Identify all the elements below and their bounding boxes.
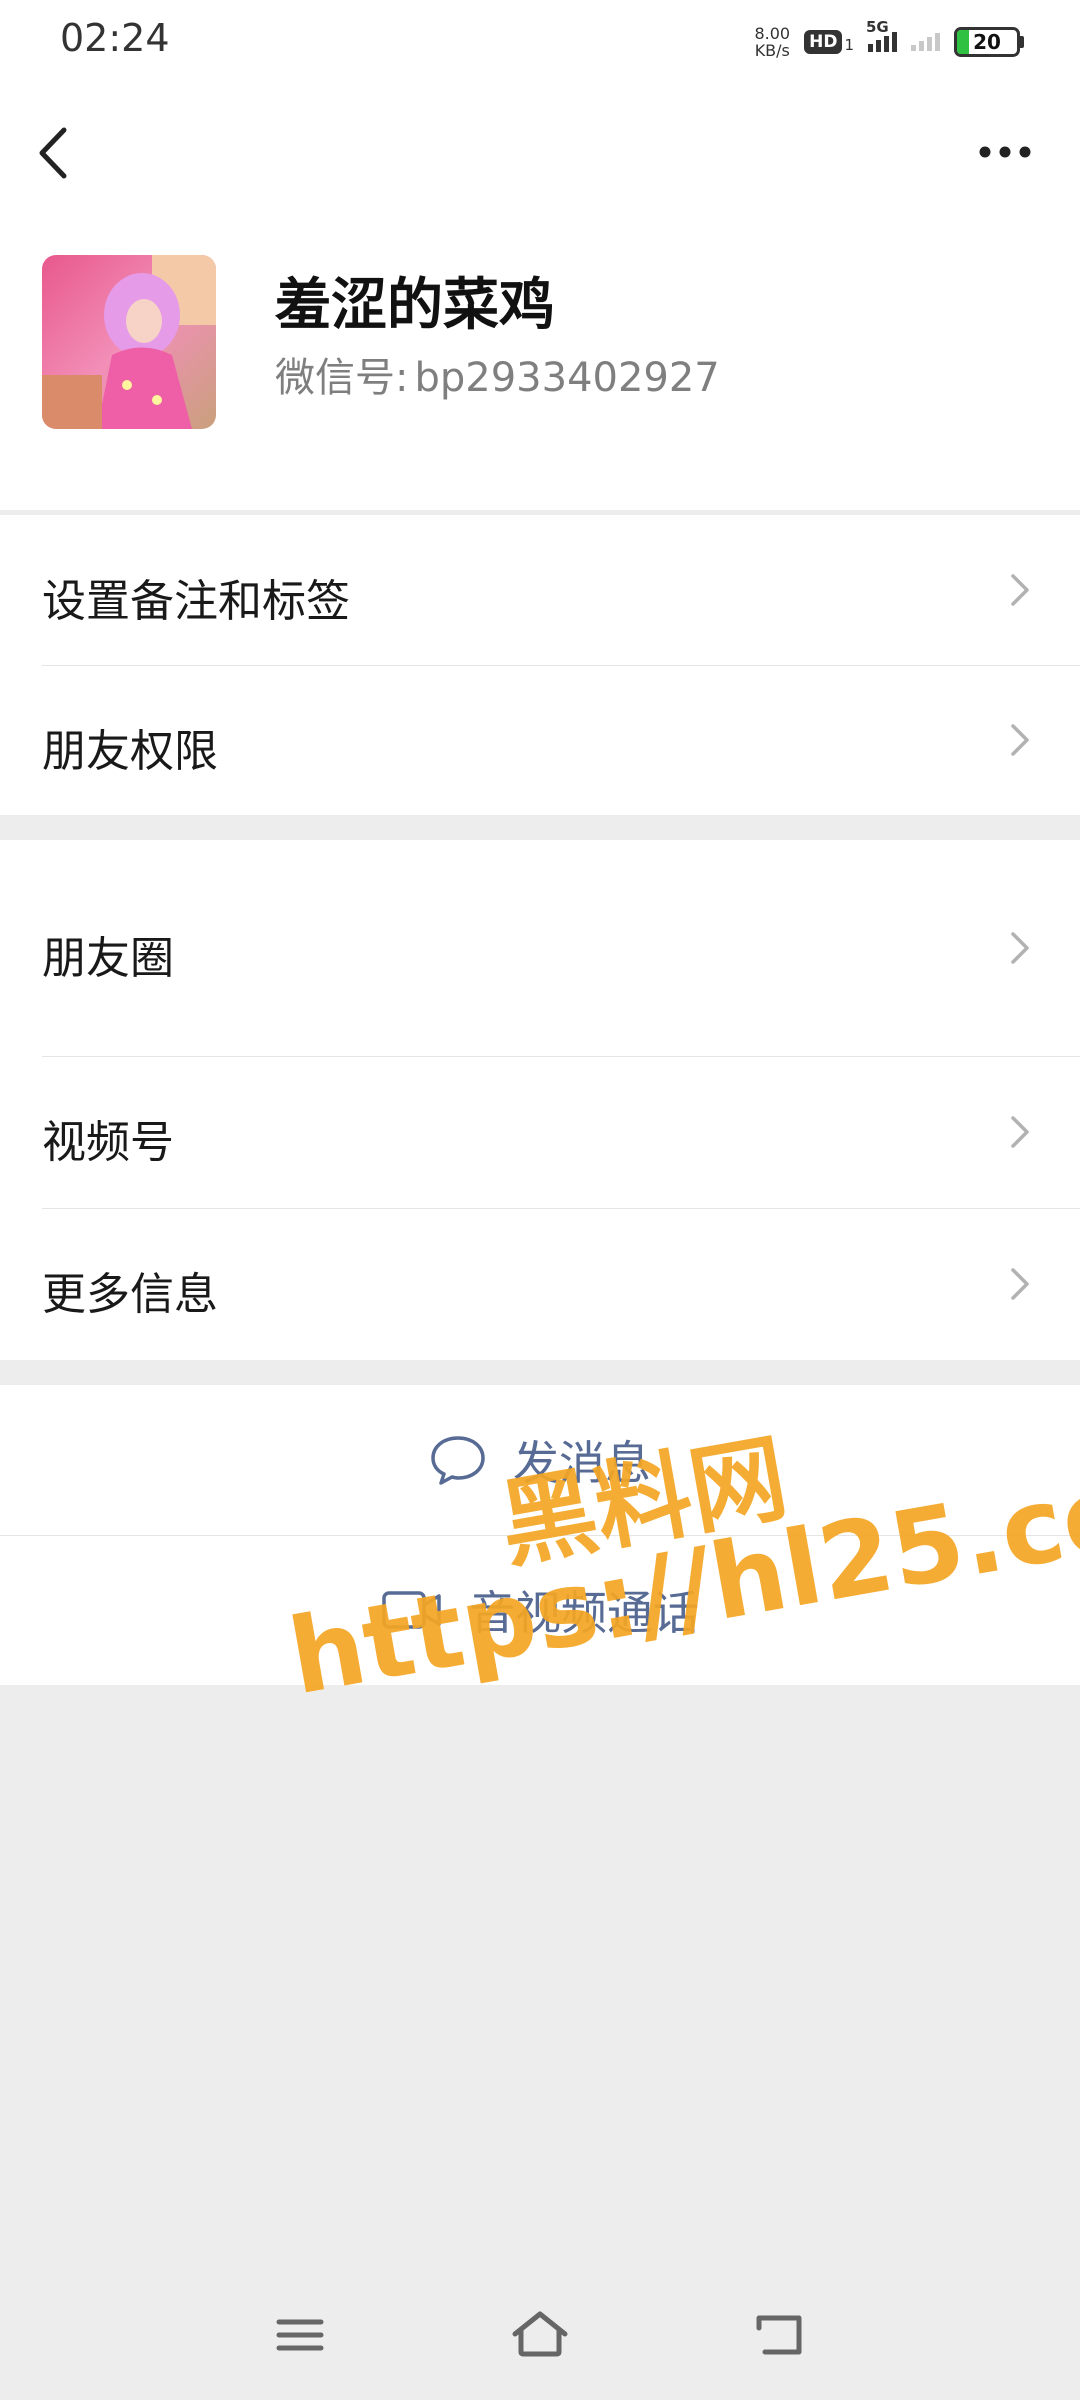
more-button[interactable] xyxy=(970,132,1040,172)
send-message-button[interactable]: 发消息 xyxy=(0,1385,1080,1535)
avatar[interactable] xyxy=(42,255,216,429)
row-label: 视频号 xyxy=(42,1117,174,1168)
profile-name: 羞涩的菜鸡 xyxy=(275,273,555,338)
menu-button[interactable] xyxy=(265,2300,335,2370)
menu-icon xyxy=(276,2319,324,2351)
chevron-left-icon xyxy=(39,127,67,179)
profile-header: 羞涩的菜鸡 微信号: bp2933402927 xyxy=(0,80,1080,516)
row-label: 更多信息 xyxy=(42,1269,218,1320)
status-icons: 8.00 KB/s HD 1 5G 20 xyxy=(754,18,1024,64)
row-label: 朋友权限 xyxy=(42,726,218,777)
battery-icon: 20 xyxy=(954,27,1024,57)
home-button[interactable] xyxy=(505,2300,575,2370)
info-section: 朋友圈 视频号 更多信息 xyxy=(0,840,1080,1360)
hd-sub: 1 xyxy=(844,36,854,54)
back-nav-button[interactable] xyxy=(745,2300,815,2370)
row-label: 设置备注和标签 xyxy=(42,576,350,627)
chevron-right-icon xyxy=(1011,574,1029,606)
send-message-label: 发消息 xyxy=(513,1436,651,1490)
row-label: 朋友圈 xyxy=(42,933,174,984)
chevron-right-icon xyxy=(1011,1268,1029,1300)
home-icon xyxy=(512,2311,568,2357)
hd-icon: HD 1 xyxy=(804,30,854,54)
back-icon xyxy=(756,2315,802,2355)
network-type: 5G xyxy=(866,18,889,36)
battery-level: 20 xyxy=(973,30,1001,54)
video-call-button[interactable]: 音视频通话 xyxy=(0,1535,1080,1685)
row-more-info[interactable]: 更多信息 xyxy=(0,1208,1080,1360)
row-friend-permissions[interactable]: 朋友权限 xyxy=(0,665,1080,815)
network-speed-unit: KB/s xyxy=(754,41,790,60)
video-call-label: 音视频通话 xyxy=(469,1586,699,1640)
system-nav-bar xyxy=(0,2270,1080,2400)
row-channels[interactable]: 视频号 xyxy=(0,1056,1080,1208)
chevron-right-icon xyxy=(1011,724,1029,756)
avatar-image xyxy=(42,255,216,429)
status-time: 02:24 xyxy=(60,16,170,60)
wechat-id-value: bp2933402927 xyxy=(414,355,720,401)
actions-section: 发消息 音视频通话 xyxy=(0,1385,1080,1685)
signal-weak-icon xyxy=(911,33,940,51)
network-speed-value: 8.00 xyxy=(754,24,791,43)
chat-bubble-icon xyxy=(431,1436,485,1485)
row-remark-tags[interactable]: 设置备注和标签 xyxy=(0,515,1080,665)
signal-5g-icon: 5G xyxy=(866,18,897,52)
back-button[interactable] xyxy=(30,118,80,188)
row-moments[interactable]: 朋友圈 xyxy=(0,840,1080,1056)
network-speed: 8.00 KB/s xyxy=(754,25,790,59)
wechat-id: 微信号: bp2933402927 xyxy=(275,345,720,403)
status-bar: 02:24 8.00 KB/s HD 1 5G 20 xyxy=(0,0,1080,80)
chevron-right-icon xyxy=(1011,932,1029,964)
chevron-right-icon xyxy=(1011,1116,1029,1148)
hd-label: HD xyxy=(804,30,843,54)
settings-section: 设置备注和标签 朋友权限 xyxy=(0,515,1080,815)
video-camera-icon xyxy=(382,1591,441,1629)
more-dots-icon xyxy=(979,146,1031,158)
wechat-id-label: 微信号: xyxy=(275,355,409,401)
